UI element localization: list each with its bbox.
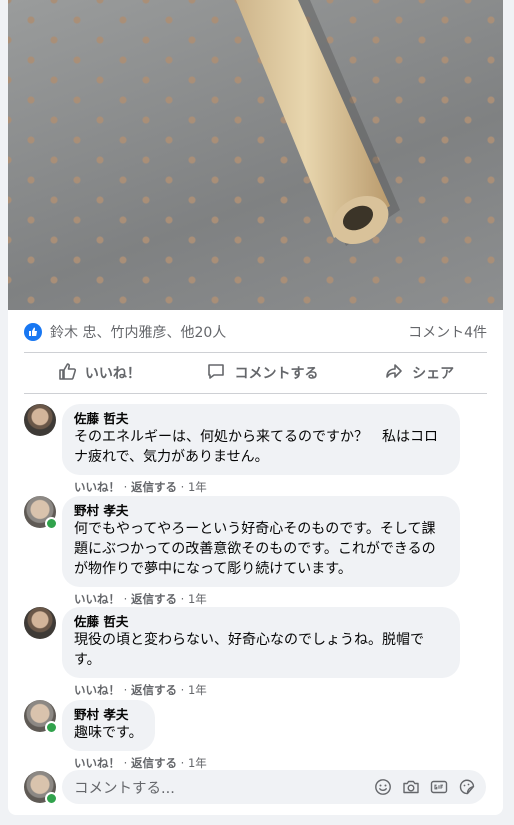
- share-button-label: シェア: [412, 366, 455, 382]
- online-status-dot: [45, 721, 58, 734]
- online-status-dot: [45, 517, 58, 530]
- comment-text: そのエネルギーは、何処から来てるのですか？ 私はコロナ疲れで、気力がありません。: [74, 429, 438, 465]
- comment-bubble: 野村 孝夫 趣味です。: [62, 700, 155, 751]
- reactions-bar: 鈴木 忠、竹内雅彦、他20人 コメント4件: [24, 318, 487, 346]
- comment-input-placeholder: コメントする...: [74, 780, 175, 797]
- comment-text: 何でもやってやろーという好奇心そのものです。そして課題にぶつかっての改善意欲その…: [74, 521, 436, 577]
- emoji-icon[interactable]: [374, 778, 392, 796]
- divider: [24, 393, 487, 394]
- avatar[interactable]: [24, 771, 58, 805]
- comment: 佐藤 哲夫 現役の頃と変わらない、好奇心なのでしょうね。脱帽です。 いいね！ ·…: [24, 607, 460, 698]
- avatar[interactable]: [24, 607, 56, 639]
- comment: 野村 孝夫 趣味です。 いいね！ · 返信する · 1年: [24, 700, 207, 771]
- camera-icon[interactable]: [402, 778, 420, 796]
- like-icon: [24, 323, 42, 341]
- comment-composer: コメントする...: [24, 770, 486, 805]
- like-button[interactable]: いいね！: [45, 355, 153, 391]
- post-photo[interactable]: [8, 0, 503, 310]
- share-arrow-icon: [384, 361, 404, 385]
- comment-text: 現役の頃と変わらない、好奇心なのでしょうね。脱帽です。: [74, 632, 424, 668]
- sticker-icon[interactable]: [458, 778, 476, 796]
- speech-bubble-icon: [206, 361, 226, 385]
- comment-like-link[interactable]: いいね！: [74, 683, 120, 697]
- comment-like-link[interactable]: いいね！: [74, 756, 120, 770]
- post-actions: いいね！ コメントする シェア: [24, 354, 487, 392]
- reactions-text[interactable]: 鈴木 忠、竹内雅彦、他20人: [50, 322, 226, 342]
- comment-author[interactable]: 佐藤 哲夫: [74, 614, 448, 630]
- share-button[interactable]: シェア: [372, 355, 466, 391]
- post-card: 鈴木 忠、竹内雅彦、他20人 コメント4件 いいね！ コメントする シェア 佐藤…: [8, 0, 503, 815]
- comment-reply-link[interactable]: 返信する: [131, 480, 177, 494]
- online-status-dot: [45, 792, 58, 805]
- comment-meta: いいね！ · 返信する · 1年: [74, 756, 207, 770]
- comment: 佐藤 哲夫 そのエネルギーは、何処から来てるのですか？ 私はコロナ疲れで、気力が…: [24, 404, 460, 495]
- avatar[interactable]: [24, 404, 56, 436]
- comment-reply-link[interactable]: 返信する: [131, 592, 177, 606]
- comment-reply-link[interactable]: 返信する: [131, 756, 177, 770]
- wooden-rod-image: [236, 0, 400, 246]
- comment-meta: いいね！ · 返信する · 1年: [74, 683, 207, 697]
- divider: [24, 352, 487, 353]
- comment-button[interactable]: コメントする: [194, 355, 330, 391]
- comment: 野村 孝夫 何でもやってやろーという好奇心そのものです。そして課題にぶつかっての…: [24, 496, 460, 607]
- comment-button-label: コメントする: [234, 366, 319, 382]
- like-button-label: いいね！: [84, 366, 141, 382]
- avatar[interactable]: [24, 496, 58, 530]
- comment-time[interactable]: 1年: [188, 480, 207, 494]
- comment-time[interactable]: 1年: [188, 683, 207, 697]
- comment-text: 趣味です。: [74, 725, 143, 741]
- comment-like-link[interactable]: いいね！: [74, 592, 120, 606]
- comment-time[interactable]: 1年: [188, 756, 207, 770]
- comment-bubble: 野村 孝夫 何でもやってやろーという好奇心そのものです。そして課題にぶつかっての…: [62, 496, 460, 587]
- comment-reply-link[interactable]: 返信する: [131, 683, 177, 697]
- comment-input[interactable]: コメントする...: [62, 770, 486, 804]
- avatar[interactable]: [24, 700, 58, 734]
- comment-like-link[interactable]: いいね！: [74, 480, 120, 494]
- gif-icon[interactable]: [430, 778, 448, 796]
- comment-time[interactable]: 1年: [188, 592, 207, 606]
- thumbs-up-icon: [57, 361, 77, 385]
- comment-author[interactable]: 佐藤 哲夫: [74, 411, 448, 427]
- comment-meta: いいね！ · 返信する · 1年: [74, 480, 207, 494]
- comment-meta: いいね！ · 返信する · 1年: [74, 592, 207, 606]
- comment-author[interactable]: 野村 孝夫: [74, 707, 143, 723]
- comment-bubble: 佐藤 哲夫 現役の頃と変わらない、好奇心なのでしょうね。脱帽です。: [62, 607, 460, 678]
- comment-author[interactable]: 野村 孝夫: [74, 503, 448, 519]
- comments-count[interactable]: コメント4件: [408, 322, 487, 342]
- comment-bubble: 佐藤 哲夫 そのエネルギーは、何処から来てるのですか？ 私はコロナ疲れで、気力が…: [62, 404, 460, 475]
